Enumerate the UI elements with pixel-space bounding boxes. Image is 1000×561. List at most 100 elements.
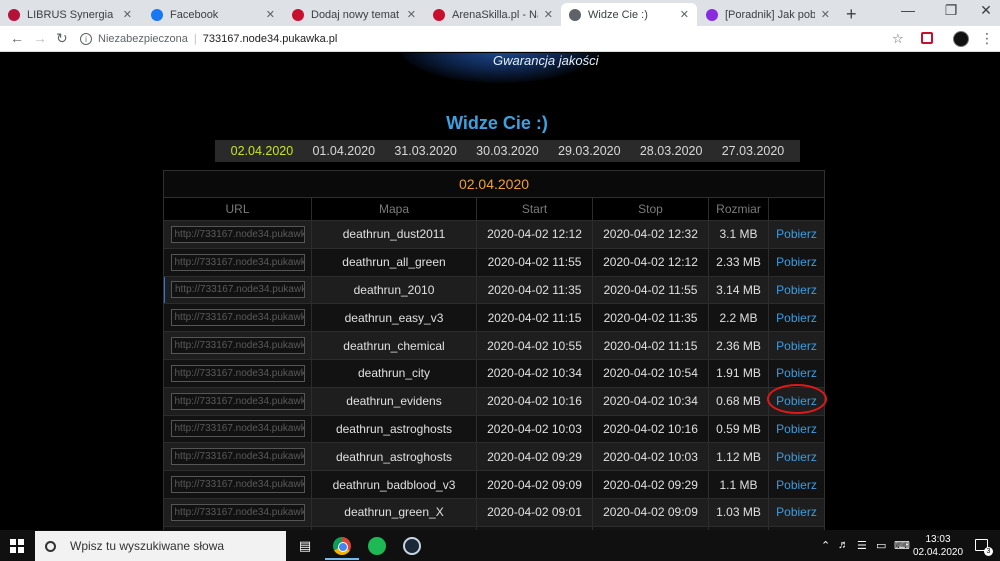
size-cell: 0.59 MB xyxy=(709,415,769,443)
reload-icon[interactable]: ↻ xyxy=(56,30,68,47)
browser-tab[interactable]: Dodaj nowy temat - Arc ✕ xyxy=(284,3,424,26)
url-text[interactable]: 733167.node34.pukawka.pl xyxy=(203,33,338,45)
map-cell: deathrun_evidens xyxy=(312,387,477,415)
date-link[interactable]: 01.04.2020 xyxy=(312,144,375,158)
url-input[interactable]: http://733167.node34.pukawk xyxy=(170,337,305,355)
action-cell: Pobierz xyxy=(769,416,824,443)
download-link[interactable]: Pobierz xyxy=(776,478,817,492)
download-link[interactable]: Pobierz xyxy=(776,311,817,325)
avatar[interactable] xyxy=(953,31,969,47)
download-link[interactable]: Pobierz xyxy=(776,394,817,408)
tab-close-icon[interactable]: ✕ xyxy=(407,8,416,21)
column-header: Rozmiar xyxy=(709,198,769,220)
download-link[interactable]: Pobierz xyxy=(776,366,817,380)
date-navigation: 02.04.2020 01.04.2020 31.03.2020 30.03.2020… xyxy=(215,140,800,162)
new-tab-button[interactable]: + xyxy=(846,4,857,25)
extension-icon[interactable] xyxy=(921,32,933,44)
download-link[interactable]: Pobierz xyxy=(776,255,817,269)
action-cell: Pobierz xyxy=(769,304,824,331)
start-cell: 2020-04-02 10:03 xyxy=(477,415,593,443)
address-bar[interactable]: i Niezabezpieczona | 733167.node34.pukaw… xyxy=(80,29,940,49)
tab-close-icon[interactable]: ✕ xyxy=(266,8,275,21)
network-icon[interactable]: ☰ xyxy=(857,539,867,552)
date-link[interactable]: 27.03.2020 xyxy=(722,144,785,158)
download-link[interactable]: Pobierz xyxy=(776,505,817,519)
url-input[interactable]: http://733167.node34.pukawk xyxy=(170,364,305,382)
menu-kebab-icon[interactable]: ⋮ xyxy=(980,30,994,47)
url-cell: http://733167.node34.pukawk xyxy=(164,359,312,387)
url-cell: http://733167.node34.pukawk xyxy=(164,387,312,415)
tab-title: Facebook xyxy=(170,8,219,21)
security-label: Niezabezpieczona xyxy=(98,33,188,45)
table-row: http://733167.node34.pukawk deathrun_dust… xyxy=(164,221,824,249)
size-cell: 2.33 MB xyxy=(709,248,769,276)
download-link[interactable]: Pobierz xyxy=(776,422,817,436)
url-input[interactable]: http://733167.node34.pukawk xyxy=(170,448,305,466)
tab-close-icon[interactable]: ✕ xyxy=(544,8,553,21)
close-window-icon[interactable]: ✕ xyxy=(963,2,1000,19)
action-cell: Pobierz xyxy=(769,443,824,470)
browser-tab[interactable]: ArenaSkilla.pl - Najleps ✕ xyxy=(425,3,561,26)
url-input[interactable]: http://733167.node34.pukawk xyxy=(170,392,305,410)
url-input[interactable]: http://733167.node34.pukawk xyxy=(170,225,305,243)
table-row: http://733167.node34.pukawk deathrun_2010… xyxy=(164,276,824,305)
start-cell: 2020-04-02 12:12 xyxy=(477,221,593,248)
table-row: http://733167.node34.pukawk deathrun_astr… xyxy=(164,415,824,444)
action-cell: Pobierz xyxy=(769,249,824,276)
notification-badge: 3 xyxy=(984,547,993,556)
keyboard-icon[interactable]: ⌨ xyxy=(894,539,910,552)
info-icon[interactable]: i xyxy=(80,33,92,45)
map-cell: deathrun_badblood_v3 xyxy=(312,471,477,498)
download-link[interactable]: Pobierz xyxy=(776,339,817,353)
date-link[interactable]: 02.04.2020 xyxy=(231,144,294,158)
task-view-icon[interactable]: ▤ xyxy=(294,535,316,557)
speaker-icon[interactable]: ♬ xyxy=(838,539,849,551)
battery-icon[interactable]: ▭ xyxy=(876,539,886,552)
download-link[interactable]: Pobierz xyxy=(776,283,817,297)
url-input[interactable]: http://733167.node34.pukawk xyxy=(170,309,305,327)
date-link[interactable]: 29.03.2020 xyxy=(558,144,621,158)
chevron-up-icon[interactable]: ⌃ xyxy=(821,539,830,552)
back-arrow-icon[interactable]: ← xyxy=(10,30,24,46)
system-clock[interactable]: 13:03 02.04.2020 xyxy=(912,533,964,559)
map-cell: deathrun_easy_v3 xyxy=(312,304,477,332)
browser-tab[interactable]: Widze Cie :) ✕ xyxy=(561,3,697,26)
stop-cell: 2020-04-02 09:09 xyxy=(593,498,709,526)
browser-tab[interactable]: LIBRUS Synergia ✕ xyxy=(0,3,140,26)
spotify-icon[interactable] xyxy=(366,535,388,557)
browser-toolbar: ← → ↻ i Niezabezpieczona | 733167.node34… xyxy=(0,26,1000,52)
browser-tab[interactable]: [Poradnik] Jak pobrać i ✕ xyxy=(698,3,838,26)
url-input[interactable]: http://733167.node34.pukawk xyxy=(170,253,305,271)
date-link[interactable]: 31.03.2020 xyxy=(394,144,457,158)
tab-close-icon[interactable]: ✕ xyxy=(680,8,689,21)
url-input[interactable]: http://733167.node34.pukawk xyxy=(170,503,305,521)
page-title: Widze Cie :) xyxy=(446,113,548,133)
bookmark-star-icon[interactable]: ☆ xyxy=(892,31,904,47)
chrome-icon[interactable] xyxy=(331,535,353,557)
start-cell: 2020-04-02 10:34 xyxy=(477,359,593,387)
taskbar-search[interactable]: Wpisz tu wyszukiwane słowa xyxy=(35,531,286,561)
forward-arrow-icon[interactable]: → xyxy=(33,30,47,46)
date-link[interactable]: 28.03.2020 xyxy=(640,144,703,158)
table-row: http://733167.node34.pukawk deathrun_astr… xyxy=(164,443,824,472)
size-cell: 2.2 MB xyxy=(709,304,769,332)
url-cell: http://733167.node34.pukawk xyxy=(164,415,312,443)
download-link[interactable]: Pobierz xyxy=(776,450,817,464)
url-input[interactable]: http://733167.node34.pukawk xyxy=(170,476,305,494)
map-cell: deathrun_city xyxy=(312,359,477,387)
tab-title: Dodaj nowy temat - Arc xyxy=(311,8,401,21)
download-link[interactable]: Pobierz xyxy=(776,227,817,241)
browser-tab[interactable]: Facebook ✕ xyxy=(143,3,283,26)
windows-start-icon[interactable] xyxy=(10,539,24,553)
minimize-icon[interactable]: — xyxy=(885,2,931,18)
url-input[interactable]: http://733167.node34.pukawk xyxy=(170,420,305,438)
url-cell: http://733167.node34.pukawk xyxy=(164,276,312,304)
steam-icon[interactable] xyxy=(401,535,423,557)
tab-favicon-icon xyxy=(151,8,163,21)
date-link[interactable]: 30.03.2020 xyxy=(476,144,539,158)
start-cell: 2020-04-02 11:15 xyxy=(477,304,593,332)
tab-close-icon[interactable]: ✕ xyxy=(821,8,830,21)
url-input[interactable]: http://733167.node34.pukawk xyxy=(171,281,305,299)
tab-close-icon[interactable]: ✕ xyxy=(123,8,132,21)
stop-cell: 2020-04-02 12:32 xyxy=(593,221,709,248)
